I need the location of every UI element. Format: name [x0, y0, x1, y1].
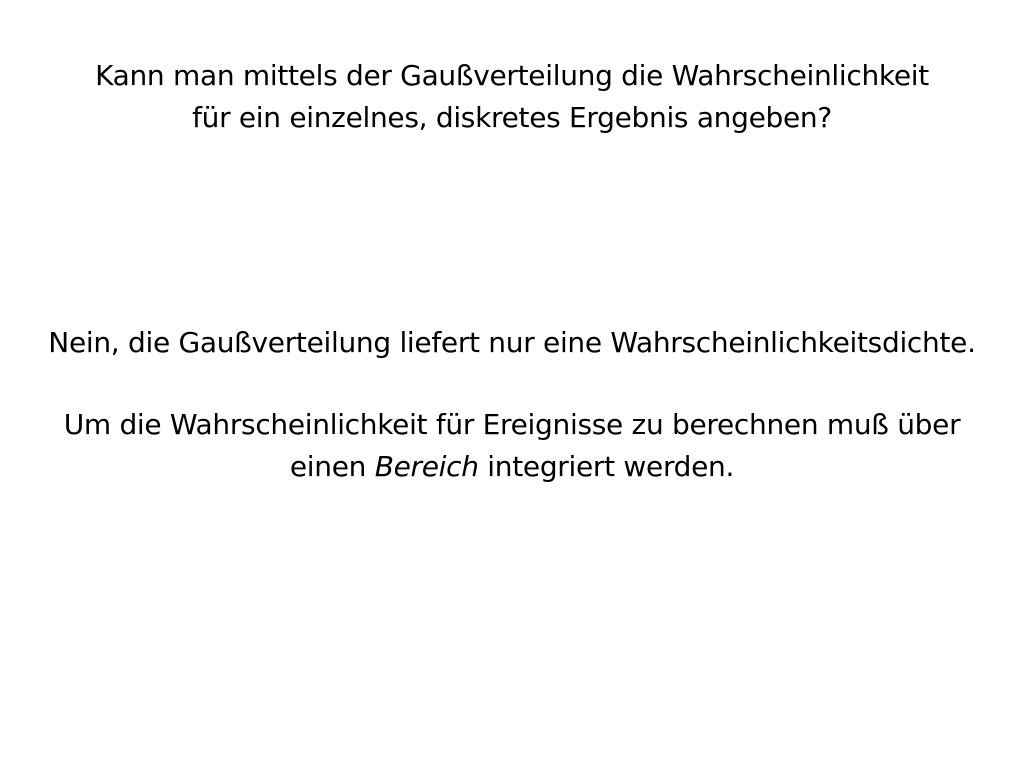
question-line-2: für ein einzelnes, diskretes Ergebnis an…: [192, 101, 832, 134]
answer-text-before-emphasis: einen: [289, 450, 375, 483]
slide: Kann man mittels der Gaußverteilung die …: [0, 0, 1024, 768]
question-text: Kann man mittels der Gaußverteilung die …: [40, 55, 984, 139]
answer-text-after-emphasis: integriert werden.: [478, 450, 735, 483]
answer-paragraph-2-line-1: Um die Wahrscheinlichkeit für Ereignisse…: [63, 408, 961, 441]
answer-paragraph-2-line-2: einen Bereich integriert werden.: [30, 446, 994, 488]
emphasized-word: Bereich: [374, 450, 479, 483]
answer-paragraph-1: Nein, die Gaußverteilung liefert nur ein…: [48, 326, 976, 359]
answer-text: Nein, die Gaußverteilung liefert nur ein…: [30, 322, 994, 488]
question-line-1: Kann man mittels der Gaußverteilung die …: [95, 59, 929, 92]
